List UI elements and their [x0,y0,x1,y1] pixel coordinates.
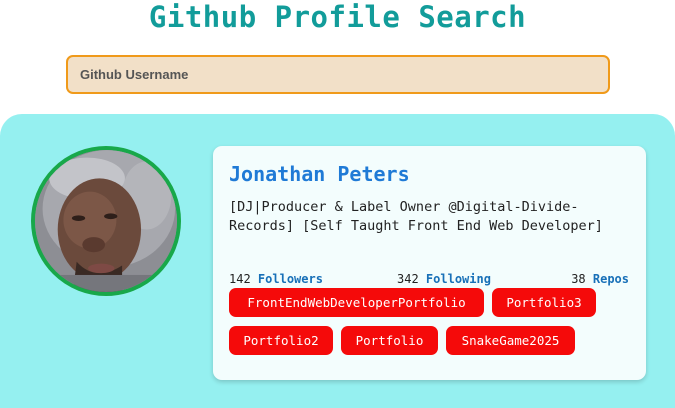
avatar-photo [35,150,177,292]
repo-link[interactable]: Portfolio2 [229,326,333,355]
profile-name: Jonathan Peters [229,162,410,186]
repos-label: Repos [592,272,629,286]
following-count: 342 [397,272,419,286]
repo-link[interactable]: Portfolio3 [492,288,596,317]
following-label: Following [425,272,491,286]
followers-count: 142 [229,272,251,286]
repos-count: 38 [571,272,586,286]
page-title: Github Profile Search [148,0,527,34]
following-stat: 342 Following [397,272,491,286]
repo-link[interactable]: FrontEndWebDeveloperPortfolio [229,288,484,317]
followers-stat: 142 Followers [229,272,323,286]
profile-card: Jonathan Peters [DJ|Producer & Label Own… [213,146,646,380]
repos-stat: 38 Repos [571,272,629,286]
profile-bio: [DJ|Producer & Label Owner @Digital-Divi… [229,199,603,234]
profile-stats: 142 Followers 342 Following 38 Repos [229,272,629,288]
page: Github Profile Search Jonathan Peters [D… [0,0,675,408]
github-username-input[interactable] [66,55,610,94]
repo-link[interactable]: SnakeGame2025 [446,326,575,355]
followers-label: Followers [257,272,323,286]
avatar [31,146,181,296]
repo-link[interactable]: Portfolio [341,326,438,355]
